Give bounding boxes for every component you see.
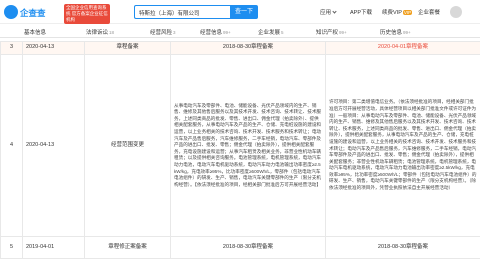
row-before: 从事电动汽车及零部件、电池、储能设备、光伏产品领域内的生产、销售、维修及其他售后… [170, 54, 326, 237]
row-date: 2019-04-01 [22, 236, 85, 259]
chevron-down-icon [332, 9, 337, 14]
tab-history[interactable]: 历史信息99+ [380, 28, 411, 36]
row-after: 2020-04-01章程备案 [325, 41, 480, 55]
slogan-badge: 全国企业信用查询系统 官方备案企业征信机构 [64, 4, 110, 24]
tab-risk[interactable]: 经营风险3 [150, 28, 176, 36]
tab-development[interactable]: 企业发展5 [258, 28, 284, 36]
nav-enterprise[interactable]: 企业套餐 [418, 8, 440, 16]
vip-badge: VIP [402, 10, 413, 15]
tab-count: 18 [109, 30, 115, 35]
table-row: 4 2020-04-13 经营范围变更 从事电动汽车及零部件、电池、储能设备、光… [0, 54, 480, 237]
nav-vip-label: 续费VIP [382, 10, 402, 16]
tab-label: 经营风险 [150, 30, 173, 36]
tab-bar: 基本信息 法律诉讼18 经营风险3 经营信息99+ 企业发展5 知识产权99+ … [0, 26, 480, 38]
tab-label: 企业发展 [258, 30, 281, 36]
avatar[interactable] [450, 6, 462, 18]
row-date: 2020-04-13 [22, 54, 85, 237]
row-before: 2018-08-30章程备案 [170, 41, 326, 55]
row-after: 许可项目：第二类增值电信业务。（依法须经批准的项目，经相关部门批准后方可开展经营… [325, 54, 480, 237]
tab-label: 基本信息 [24, 30, 47, 36]
nav-app[interactable]: 应用 [320, 8, 337, 16]
table-row: 3 2020-04-13 章程备案 2018-08-30章程备案 2020-04… [0, 41, 480, 55]
nav-app-label: 应用 [320, 10, 332, 16]
row-date: 2020-04-13 [22, 41, 85, 55]
row-item: 经营范围变更 [84, 54, 171, 237]
tab-legal[interactable]: 法律诉讼18 [86, 28, 114, 36]
top-header: 企查查 全国企业信用查询系统 官方备案企业征信机构 特斯拉（上海）有限公司 查一… [0, 0, 480, 24]
row-index: 4 [0, 54, 23, 237]
nav-vip[interactable]: 续费VIP VIP [382, 8, 413, 16]
tab-label: 法律诉讼 [86, 30, 109, 36]
tab-count: 99+ [403, 30, 411, 35]
tab-count: 99+ [339, 30, 347, 35]
change-record-table: 3 2020-04-13 章程备案 2018-08-30章程备案 2020-04… [0, 41, 480, 259]
row-before: 2018-08-30章程备案 [170, 236, 326, 259]
tab-operations[interactable]: 经营信息99+ [200, 28, 231, 36]
row-after: 2018-08-30章程备案 [325, 236, 480, 259]
tab-label: 历史信息 [380, 30, 403, 36]
tab-count: 5 [281, 30, 284, 35]
row-index: 5 [0, 236, 23, 259]
nav-app-download[interactable]: APP下载 [350, 8, 372, 16]
logo-text[interactable]: 企查查 [20, 7, 46, 19]
tab-count: 99+ [223, 30, 231, 35]
tab-label: 知识产权 [316, 30, 339, 36]
tab-label: 经营信息 [200, 30, 223, 36]
tab-basic[interactable]: 基本信息 [24, 28, 46, 36]
logo-icon[interactable] [4, 5, 18, 19]
table-row: 5 2019-04-01 章程修正案备案 2018-08-30章程备案 2018… [0, 236, 480, 259]
search-input[interactable]: 特斯拉（上海）有限公司 [134, 5, 230, 19]
row-index: 3 [0, 41, 23, 55]
tab-ip[interactable]: 知识产权99+ [316, 28, 347, 36]
row-item: 章程备案 [84, 41, 171, 55]
row-item: 章程修正案备案 [84, 236, 171, 259]
search-button[interactable]: 查一下 [230, 5, 258, 19]
tab-count: 3 [173, 30, 176, 35]
